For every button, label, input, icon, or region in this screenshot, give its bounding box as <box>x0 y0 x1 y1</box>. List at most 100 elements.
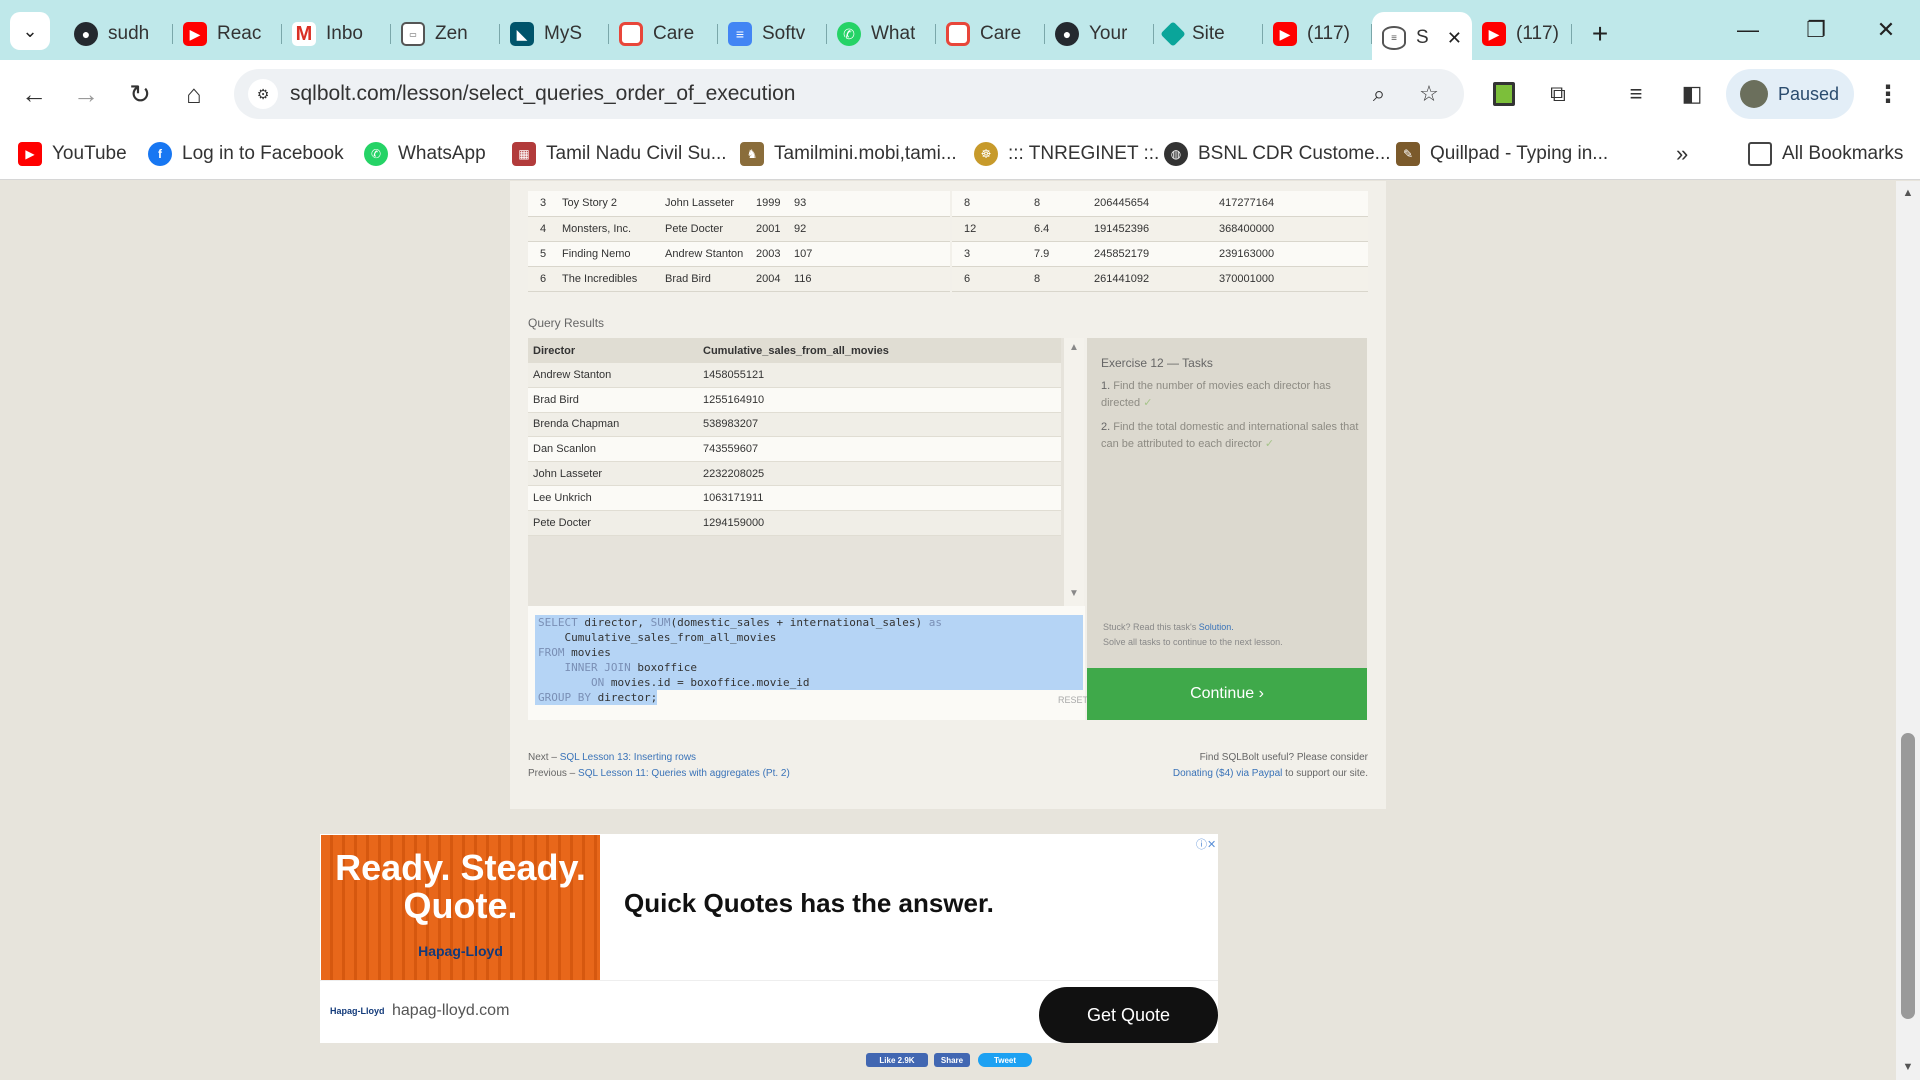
extension-icon[interactable] <box>1486 76 1522 112</box>
tab[interactable]: ▶ (117) <box>1472 12 1572 56</box>
ad-domain[interactable]: hapag-lloyd.com <box>392 1002 509 1020</box>
ad-image[interactable]: Ready. Steady. Quote. Hapag-Lloyd <box>321 835 600 980</box>
tab[interactable]: Care <box>936 12 1045 56</box>
bookmark-bsnl[interactable]: ◍ BSNL CDR Custome... <box>1164 140 1391 168</box>
bookmarks-overflow-button[interactable]: » <box>1676 140 1688 168</box>
scrollbar-thumb[interactable] <box>1901 733 1915 1019</box>
next-lesson-link[interactable]: SQL Lesson 13: Inserting rows <box>560 752 696 763</box>
bookmark-facebook[interactable]: f Log in to Facebook <box>148 140 344 168</box>
table-cell: Andrew Stanton <box>653 241 744 267</box>
bookmark-label: ::: TNREGINET ::. <box>1008 143 1160 164</box>
tab[interactable]: ✆ What <box>827 12 936 56</box>
lesson-nav: Next – SQL Lesson 13: Inserting rows Pre… <box>528 750 790 782</box>
tab[interactable]: M Inbo <box>282 12 391 56</box>
new-tab-button[interactable]: + <box>1580 14 1620 54</box>
whatsapp-icon: ✆ <box>364 142 388 166</box>
table-cell: 6.4 <box>1022 216 1082 242</box>
reload-icon: ↻ <box>129 78 151 109</box>
get-quote-button[interactable]: Get Quote <box>1039 987 1218 1043</box>
boxoffice-table: 8 8 206445654 417277164 12 6.4 191452396 368400… <box>952 191 1368 292</box>
address-bar[interactable]: ⚙ sqlbolt.com/lesson/select_queries_orde… <box>234 69 1464 119</box>
bookmark-star-icon[interactable]: ☆ <box>1414 79 1444 109</box>
table-cell: 4 <box>528 216 550 242</box>
tab[interactable]: ◣ MyS <box>500 12 609 56</box>
results-table: Director Cumulative_sales_from_all_movie… <box>528 338 1061 536</box>
avatar <box>1740 80 1768 108</box>
bookmark-tnreginet[interactable]: ☸::: TNREGINET ::. <box>974 140 1159 168</box>
tab-active[interactable]: ≡ S ✕ <box>1372 12 1472 64</box>
table-cell: 1999 <box>744 191 782 217</box>
donate-link[interactable]: Donating ($4) via Paypal <box>1173 768 1283 779</box>
tab[interactable]: ≡ Softv <box>718 12 827 56</box>
forward-button[interactable]: → <box>66 74 106 114</box>
bookmark-quillpad[interactable]: ✎ Quillpad - Typing in... <box>1396 140 1608 168</box>
advertisement[interactable]: Ready. Steady. Quote. Hapag-Lloyd Quick … <box>320 834 1218 1043</box>
page-scrollbar[interactable]: ▲ ▼ <box>1896 181 1920 1080</box>
tab[interactable]: Care <box>609 12 718 56</box>
restore-button[interactable]: ❐ <box>1786 10 1846 50</box>
prev-lesson-link[interactable]: SQL Lesson 11: Queries with aggregates (… <box>578 768 790 779</box>
table-row: Andrew Stanton 1458055121 <box>528 363 1061 389</box>
media-controls-icon[interactable]: ≡ <box>1618 76 1654 112</box>
facebook-share-button[interactable]: Share <box>934 1053 970 1067</box>
minimize-button[interactable]: — <box>1718 10 1778 50</box>
query-results: Director Cumulative_sales_from_all_movie… <box>528 338 1084 606</box>
table-row: Pete Docter 1294159000 <box>528 510 1061 536</box>
tab[interactable]: Site <box>1154 12 1263 56</box>
all-bookmarks-button[interactable]: All Bookmarks <box>1748 140 1903 168</box>
bookmark-youtube[interactable]: ▶ YouTube <box>18 140 127 168</box>
tab-label: (117) <box>1516 23 1559 44</box>
bookmark-label: All Bookmarks <box>1782 143 1904 164</box>
table-cell: 6 <box>952 266 1022 292</box>
bookmark-tn-civil[interactable]: ▦ Tamil Nadu Civil Su... <box>512 140 727 168</box>
tweet-button[interactable]: Tweet <box>978 1053 1032 1067</box>
facebook-like-button[interactable]: Like 2.9K <box>866 1053 928 1067</box>
bookmark-whatsapp[interactable]: ✆ WhatsApp <box>364 140 486 168</box>
page-viewport: 3 Toy Story 2 John Lasseter 1999 93 4 Monsters… <box>0 181 1896 1080</box>
reload-button[interactable]: ↻ <box>120 74 160 114</box>
site-info-icon[interactable]: ⚙ <box>248 79 278 109</box>
close-window-button[interactable]: ✕ <box>1856 10 1916 50</box>
lesson-card: 3 Toy Story 2 John Lasseter 1999 93 4 Monsters… <box>510 181 1386 809</box>
side-panel-icon[interactable]: ◧ <box>1674 76 1710 112</box>
kebab-menu-icon[interactable]: ⋮ <box>1870 76 1906 112</box>
tab[interactable]: ▶ Reac <box>173 12 282 56</box>
bookmark-tamilmini[interactable]: ♞ Tamilmini.mobi,tami... <box>740 140 957 168</box>
table-cell: 417277164 <box>1207 191 1368 217</box>
profile-button[interactable]: Paused <box>1726 69 1854 119</box>
column-header: Cumulative_sales_from_all_movies <box>698 338 1061 363</box>
scroll-up-icon[interactable]: ▲ <box>1064 342 1084 353</box>
results-scrollbar[interactable]: ▲ ▼ <box>1064 338 1084 606</box>
sql-editor[interactable]: SELECT director, SUM(domestic_sales + in… <box>528 606 1088 720</box>
scroll-down-icon[interactable]: ▼ <box>1064 588 1084 599</box>
scroll-down-icon[interactable]: ▼ <box>1896 1061 1920 1077</box>
gmail-icon: M <box>292 22 316 46</box>
tab-search-button[interactable]: ⌄ <box>10 12 50 50</box>
url-text[interactable]: sqlbolt.com/lesson/select_queries_order_… <box>290 82 795 106</box>
tab[interactable]: ● sudh <box>64 12 173 56</box>
table-cell: 93 <box>782 191 950 217</box>
ad-title[interactable]: Quick Quotes has the answer. <box>624 888 994 919</box>
back-button[interactable]: ← <box>14 74 54 114</box>
puzzle-icon[interactable]: ⧉ <box>1540 76 1576 112</box>
table-cell: Monsters, Inc. <box>550 216 653 242</box>
whatsapp-icon: ✆ <box>837 22 861 46</box>
tab[interactable]: ▶ (117) <box>1263 12 1372 56</box>
reset-button[interactable]: RESET <box>1058 695 1088 705</box>
check-icon: ✓ <box>1264 438 1275 450</box>
restore-icon: ❐ <box>1806 17 1826 42</box>
table-row: John Lasseter 2232208025 <box>528 461 1061 487</box>
arrow-right-icon: → <box>73 78 99 109</box>
table-cell: 8 <box>952 191 1022 217</box>
continue-button[interactable]: Continue › <box>1087 668 1367 720</box>
close-icon[interactable]: ✕ <box>1447 28 1462 49</box>
home-button[interactable]: ⌂ <box>174 74 214 114</box>
solution-link[interactable]: Solution. <box>1199 622 1234 632</box>
scroll-up-icon[interactable]: ▲ <box>1896 187 1920 203</box>
table-cell: 12 <box>952 216 1022 242</box>
tab[interactable]: ▭ Zen <box>391 12 500 56</box>
tab[interactable]: ● Your <box>1045 12 1154 56</box>
ad-choices-icon[interactable]: ⓘ✕ <box>1196 836 1216 852</box>
sql-code[interactable]: SELECT director, SUM(domestic_sales + in… <box>535 615 1083 705</box>
zoom-icon[interactable]: ⌕ <box>1364 79 1394 109</box>
